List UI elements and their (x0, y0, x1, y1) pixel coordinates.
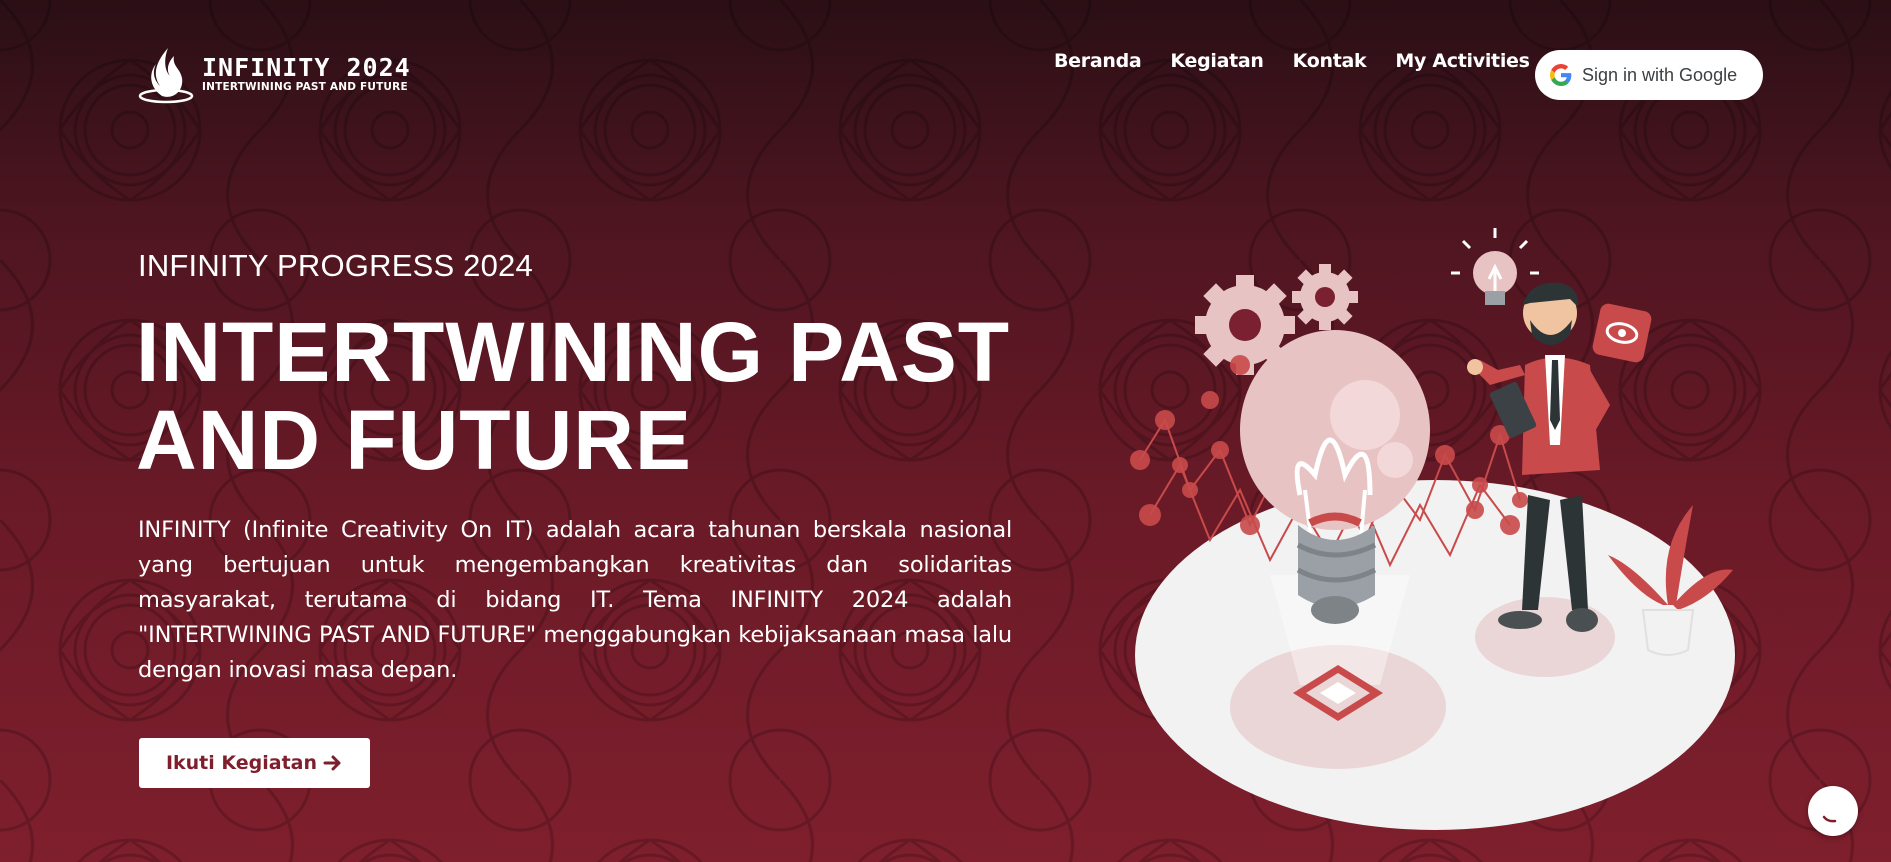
headline-line-2: AND FUTURE (136, 393, 692, 487)
chat-widget-button[interactable] (1808, 786, 1858, 836)
hero-illustration (1130, 228, 1735, 830)
flame-logo-icon (138, 48, 194, 104)
figure-base (1475, 597, 1615, 677)
platform-ellipse (1135, 480, 1735, 830)
google-signin-button[interactable]: Sign in with Google (1535, 50, 1763, 100)
eye-icon (1592, 303, 1652, 363)
cta-label: Ikuti Kegiatan (165, 752, 318, 774)
hero-description: INFINITY (Infinite Creativity On IT) ada… (138, 517, 1012, 683)
brand-subtitle: INTERTWINING PAST AND FUTURE (202, 80, 408, 93)
nav-item-kontak[interactable]: Kontak (1293, 50, 1367, 72)
google-signin-label: Sign in with Google (1582, 64, 1738, 85)
arrow-right-icon (323, 755, 341, 771)
nav-item-my-activities[interactable]: My Activities (1395, 50, 1530, 72)
headline-line-1: INTERTWINING PAST (136, 305, 1011, 399)
hero-headline: INTERTWINING PAST AND FUTURE (136, 308, 1036, 484)
nav-item-beranda[interactable]: Beranda (1054, 50, 1142, 72)
site-header: INFINITY 2024 INTERTWINING PAST AND FUTU… (0, 0, 1891, 150)
chat-bubble-icon (1822, 815, 1837, 823)
main-nav: Beranda Kegiatan Kontak My Activities (1054, 50, 1559, 72)
google-icon (1550, 64, 1572, 86)
ikuti-kegiatan-button[interactable]: Ikuti Kegiatan (139, 738, 370, 788)
hero-eyebrow: INFINITY PROGRESS 2024 (138, 248, 533, 283)
brand-title: INFINITY 2024 (202, 52, 411, 82)
gear-icon (1292, 264, 1358, 330)
idea-bulb-icon (1451, 228, 1539, 305)
brand-logo[interactable]: INFINITY 2024 INTERTWINING PAST AND FUTU… (138, 44, 411, 104)
nav-item-kegiatan[interactable]: Kegiatan (1170, 50, 1264, 72)
